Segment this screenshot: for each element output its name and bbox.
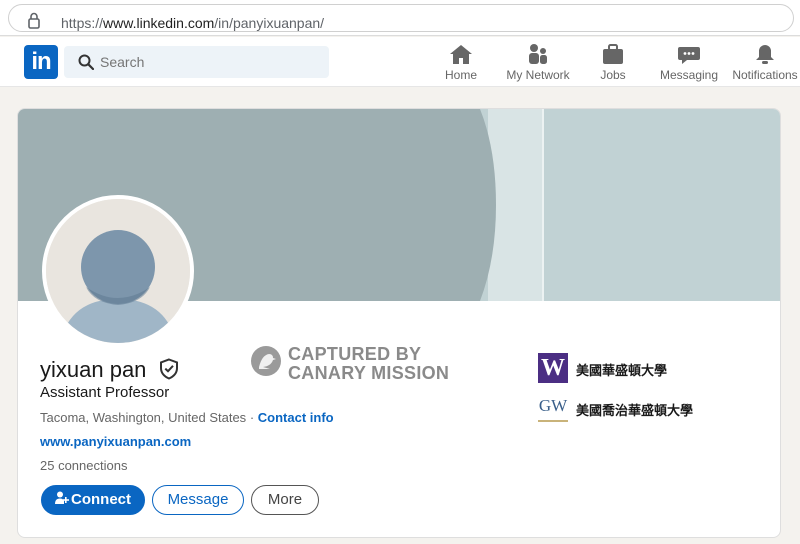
lock-icon <box>28 12 40 29</box>
gw-logo: GW <box>538 396 568 422</box>
canary-mission-watermark: CAPTURED BY CANARY MISSION <box>250 345 449 383</box>
verified-shield-icon[interactable] <box>159 358 179 380</box>
network-icon <box>529 44 547 64</box>
search-icon <box>78 54 94 70</box>
linkedin-logo[interactable]: in <box>24 45 58 79</box>
home-icon <box>450 45 472 64</box>
nav-notifications[interactable]: Notifications <box>730 43 800 85</box>
watermark-line-1: CAPTURED BY <box>288 344 422 364</box>
address-bar[interactable]: https://www.linkedin.com/in/panyixuanpan… <box>8 4 794 32</box>
default-avatar-icon <box>46 199 190 343</box>
nav-jobs-label: Jobs <box>600 68 626 82</box>
nav-notifications-label: Notifications <box>732 68 798 82</box>
profile-location: Tacoma, Washington, United States · Cont… <box>40 410 334 425</box>
nav-my-network-label: My Network <box>506 68 570 82</box>
profile-headline: Assistant Professor <box>40 384 170 401</box>
messaging-icon <box>678 47 700 64</box>
message-button[interactable]: Message <box>152 485 244 515</box>
add-person-icon <box>55 491 69 504</box>
location-text: Tacoma, Washington, United States <box>40 410 247 425</box>
contact-info-link[interactable]: Contact info <box>258 410 334 425</box>
watermark-line-2: CANARY MISSION <box>288 363 450 383</box>
location-separator: · <box>249 410 255 425</box>
top-navigation: in Home My Network Jobs <box>0 37 800 87</box>
uw-logo: W <box>538 353 568 383</box>
browser-toolbar: https://www.linkedin.com/in/panyixuanpan… <box>0 0 800 36</box>
connections-count[interactable]: 25 connections <box>40 458 127 473</box>
search-input[interactable] <box>100 46 320 78</box>
education-name-uw: 美國華盛頓大學 <box>576 364 668 379</box>
connect-button[interactable]: Connect <box>41 485 145 515</box>
search-box[interactable] <box>64 46 329 78</box>
canary-bird-icon <box>251 346 281 376</box>
more-button[interactable]: More <box>251 485 319 515</box>
profile-website-link[interactable]: www.panyixuanpan.com <box>40 434 191 449</box>
nav-jobs[interactable]: Jobs <box>590 43 636 85</box>
education-name-gw: 美國喬治華盛頓大學 <box>576 404 694 419</box>
nav-home-label: Home <box>444 68 477 82</box>
connect-button-label: Connect <box>71 491 131 508</box>
profile-name: yixuan pan <box>40 357 147 382</box>
nav-home[interactable]: Home <box>438 43 484 85</box>
briefcase-icon <box>603 44 623 64</box>
nav-my-network[interactable]: My Network <box>503 43 573 85</box>
nav-messaging-label: Messaging <box>659 68 719 82</box>
nav-messaging[interactable]: Messaging <box>658 43 720 85</box>
url-text: https://www.linkedin.com/in/panyixuanpan… <box>61 15 325 31</box>
bell-icon <box>756 45 774 64</box>
profile-card: yixuan pan Assistant Professor Tacoma, W… <box>17 108 781 538</box>
profile-avatar[interactable] <box>42 195 194 347</box>
